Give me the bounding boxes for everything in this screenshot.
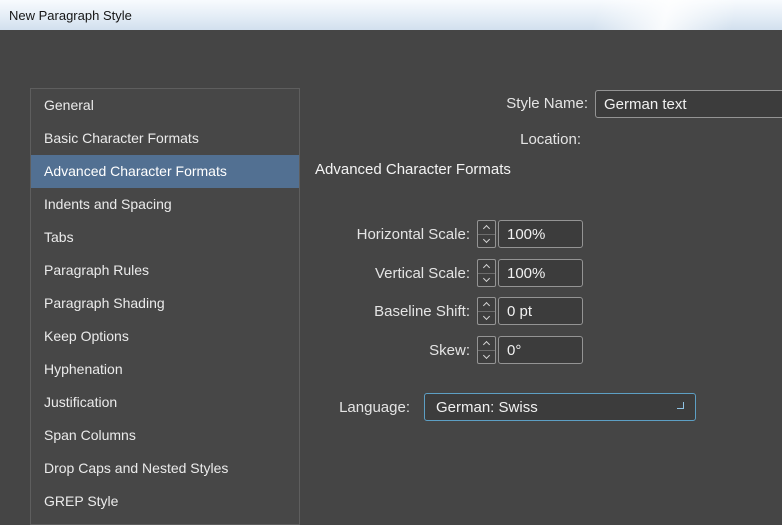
stepper-down-button[interactable] <box>478 274 495 287</box>
stepper-up-button[interactable] <box>478 337 495 351</box>
location-label: Location: <box>520 131 581 148</box>
sidebar-item-tabs[interactable]: Tabs <box>31 221 299 254</box>
skew-stepper <box>477 336 496 364</box>
stepper-up-button[interactable] <box>478 260 495 274</box>
horizontal-scale-label: Horizontal Scale: <box>356 225 470 243</box>
language-dropdown-value: German: Swiss <box>436 398 538 416</box>
new-paragraph-style-dialog: New Paragraph Style General Basic Charac… <box>0 0 782 525</box>
chevron-down-icon <box>482 352 491 360</box>
horizontal-scale-input[interactable] <box>498 220 583 248</box>
chevron-up-icon <box>482 263 491 271</box>
sidebar-item-indents-and-spacing[interactable]: Indents and Spacing <box>31 188 299 221</box>
horizontal-scale-stepper <box>477 220 496 248</box>
dialog-content: General Basic Character Formats Advanced… <box>0 30 782 525</box>
stepper-down-button[interactable] <box>478 312 495 325</box>
sidebar-item-drop-caps-and-nested-styles[interactable]: Drop Caps and Nested Styles <box>31 452 299 485</box>
chevron-down-icon <box>482 313 491 321</box>
baseline-shift-input[interactable] <box>498 297 583 325</box>
field-row-horizontal-scale: Horizontal Scale: <box>315 220 583 248</box>
stepper-up-button[interactable] <box>478 298 495 312</box>
language-label: Language: <box>339 398 410 416</box>
chevron-down-icon <box>482 275 491 283</box>
style-category-list: General Basic Character Formats Advanced… <box>30 88 300 525</box>
field-row-baseline-shift: Baseline Shift: <box>315 297 583 325</box>
chevron-up-icon <box>482 301 491 309</box>
chevron-down-icon <box>482 236 491 244</box>
sidebar-item-general[interactable]: General <box>31 89 299 122</box>
sidebar-item-keep-options[interactable]: Keep Options <box>31 320 299 353</box>
vertical-scale-stepper <box>477 259 496 287</box>
sidebar-item-span-columns[interactable]: Span Columns <box>31 419 299 452</box>
window-titlebar[interactable]: New Paragraph Style <box>0 0 782 30</box>
sidebar-item-basic-character-formats[interactable]: Basic Character Formats <box>31 122 299 155</box>
baseline-shift-stepper <box>477 297 496 325</box>
language-row: Language: German: Swiss <box>315 393 696 421</box>
field-row-skew: Skew: <box>315 336 583 364</box>
chevron-up-icon <box>482 340 491 348</box>
skew-label: Skew: <box>429 341 470 359</box>
language-dropdown[interactable]: German: Swiss <box>424 393 696 421</box>
window-title: New Paragraph Style <box>9 7 132 23</box>
panel-heading: Advanced Character Formats <box>315 161 511 178</box>
chevron-up-icon <box>482 224 491 232</box>
sidebar-item-advanced-character-formats[interactable]: Advanced Character Formats <box>31 155 299 188</box>
baseline-shift-label: Baseline Shift: <box>374 302 470 320</box>
stepper-down-button[interactable] <box>478 351 495 364</box>
sidebar-item-bullets-and-numbering[interactable]: Bullets and Numbering <box>31 518 299 524</box>
skew-input[interactable] <box>498 336 583 364</box>
stepper-down-button[interactable] <box>478 235 495 248</box>
stepper-up-button[interactable] <box>478 221 495 235</box>
sidebar-item-grep-style[interactable]: GREP Style <box>31 485 299 518</box>
chevron-down-icon <box>677 401 684 409</box>
field-row-vertical-scale: Vertical Scale: <box>315 259 583 287</box>
sidebar-item-paragraph-rules[interactable]: Paragraph Rules <box>31 254 299 287</box>
style-name-label: Style Name: <box>506 95 588 112</box>
sidebar-item-justification[interactable]: Justification <box>31 386 299 419</box>
sidebar-item-hyphenation[interactable]: Hyphenation <box>31 353 299 386</box>
style-name-input[interactable] <box>595 90 782 118</box>
vertical-scale-label: Vertical Scale: <box>374 264 470 282</box>
vertical-scale-input[interactable] <box>498 259 583 287</box>
sidebar-item-paragraph-shading[interactable]: Paragraph Shading <box>31 287 299 320</box>
